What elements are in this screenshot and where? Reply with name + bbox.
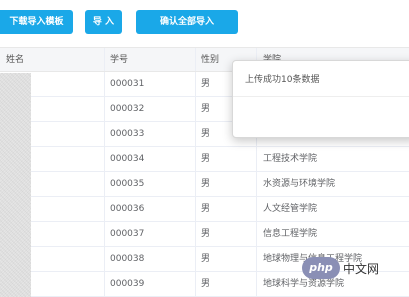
- column-divider: [104, 197, 105, 221]
- header-gender[interactable]: 性别: [201, 48, 219, 72]
- table-row[interactable]: 36000036男人文经管学院: [0, 197, 409, 222]
- gender-cell: 男: [201, 154, 211, 164]
- column-divider: [256, 272, 257, 296]
- confirm-import-all-button[interactable]: 确认全部导入: [136, 10, 238, 34]
- column-divider: [256, 172, 257, 196]
- column-divider: [104, 247, 105, 271]
- column-divider: [195, 97, 196, 121]
- column-divider: [256, 247, 257, 271]
- table-row[interactable]: 37000037男信息工程学院: [0, 222, 409, 247]
- toast-message: 上传成功10条数据: [245, 75, 320, 85]
- column-divider: [104, 222, 105, 246]
- college-cell: 水资源与环境学院: [263, 179, 336, 189]
- gender-cell: 男: [201, 279, 211, 289]
- column-divider: [104, 147, 105, 171]
- column-divider: [195, 272, 196, 296]
- import-button[interactable]: 导 入: [85, 10, 122, 34]
- watermark-logo: php: [302, 257, 340, 279]
- column-divider: [195, 247, 196, 271]
- gender-cell: 男: [201, 229, 211, 239]
- column-divider: [104, 272, 105, 296]
- student-id-cell: 000034: [110, 154, 145, 164]
- student-id-cell: 000031: [110, 79, 145, 89]
- student-id-cell: 000035: [110, 179, 145, 189]
- column-divider: [104, 72, 105, 96]
- gender-cell: 男: [201, 129, 211, 139]
- student-id-cell: 000038: [110, 254, 145, 264]
- header-name[interactable]: 姓名: [6, 48, 24, 72]
- column-divider: [195, 48, 196, 71]
- column-divider: [195, 122, 196, 146]
- college-cell: 人文经管学院: [263, 204, 318, 214]
- column-divider: [256, 222, 257, 246]
- college-cell: 工程技术学院: [263, 154, 318, 164]
- column-divider: [195, 147, 196, 171]
- gender-cell: 男: [201, 79, 211, 89]
- upload-success-toast: 上传成功10条数据: [232, 60, 409, 138]
- php-cn-watermark: php 中文网: [302, 256, 379, 280]
- column-divider: [195, 172, 196, 196]
- table-row[interactable]: 34000034男工程技术学院: [0, 147, 409, 172]
- header-student-id[interactable]: 学号: [110, 48, 128, 72]
- toast-divider: [233, 96, 409, 97]
- column-divider: [256, 147, 257, 171]
- gender-cell: 男: [201, 204, 211, 214]
- download-template-button[interactable]: 下载导入模板: [0, 10, 73, 34]
- column-divider: [195, 197, 196, 221]
- college-cell: 信息工程学院: [263, 229, 318, 239]
- student-id-cell: 000032: [110, 104, 145, 114]
- student-id-cell: 000037: [110, 229, 145, 239]
- column-divider: [104, 97, 105, 121]
- column-divider: [195, 222, 196, 246]
- column-divider: [195, 72, 196, 96]
- column-divider: [104, 48, 105, 71]
- student-id-cell: 000033: [110, 129, 145, 139]
- gender-cell: 男: [201, 179, 211, 189]
- table-row[interactable]: 35000035男水资源与环境学院: [0, 172, 409, 197]
- student-id-cell: 000036: [110, 204, 145, 214]
- obscured-name-column: [0, 73, 31, 297]
- column-divider: [256, 197, 257, 221]
- watermark-text: 中文网: [343, 261, 380, 276]
- gender-cell: 男: [201, 254, 211, 264]
- student-id-cell: 000039: [110, 279, 145, 289]
- gender-cell: 男: [201, 104, 211, 114]
- column-divider: [104, 172, 105, 196]
- column-divider: [104, 122, 105, 146]
